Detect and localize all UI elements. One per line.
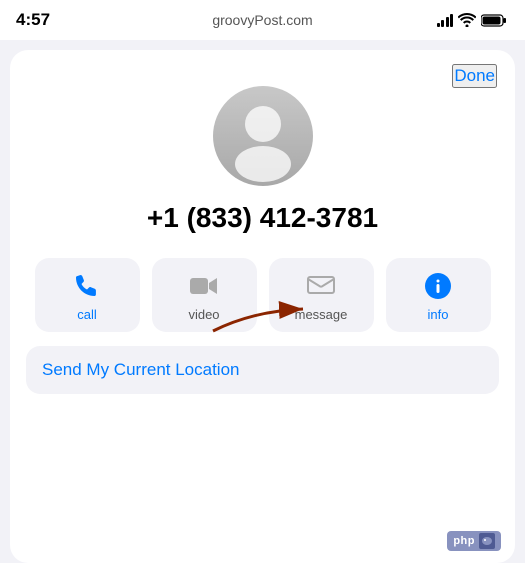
action-buttons-row: call video bbox=[26, 258, 499, 332]
message-button[interactable]: message bbox=[269, 258, 374, 332]
video-icon bbox=[188, 270, 220, 302]
video-button[interactable]: video bbox=[152, 258, 257, 332]
info-button[interactable]: info bbox=[386, 258, 491, 332]
info-label: info bbox=[428, 307, 449, 322]
wifi-icon bbox=[458, 13, 476, 27]
message-label: message bbox=[295, 307, 348, 322]
info-icon bbox=[422, 270, 454, 302]
phone-frame: 4:57 groovyPost.com bbox=[0, 0, 525, 563]
status-bar: 4:57 groovyPost.com bbox=[0, 0, 525, 40]
call-label: call bbox=[77, 307, 97, 322]
call-icon bbox=[71, 270, 103, 302]
php-badge: php bbox=[447, 531, 501, 551]
signal-bars-icon bbox=[437, 13, 454, 27]
php-elephant-icon bbox=[479, 533, 495, 549]
php-badge-text: php bbox=[453, 535, 475, 547]
message-icon bbox=[305, 270, 337, 302]
avatar bbox=[213, 86, 313, 186]
send-location-button[interactable]: Send My Current Location bbox=[26, 346, 499, 394]
person-silhouette-icon bbox=[213, 86, 313, 186]
done-button[interactable]: Done bbox=[452, 64, 497, 88]
status-time: 4:57 bbox=[16, 10, 50, 30]
video-label: video bbox=[188, 307, 219, 322]
battery-icon bbox=[481, 14, 507, 27]
call-button[interactable]: call bbox=[35, 258, 140, 332]
main-card: Done +1 (833) 412-3781 c bbox=[10, 50, 515, 563]
send-location-label: Send My Current Location bbox=[42, 360, 240, 379]
avatar-circle bbox=[213, 86, 313, 186]
status-icons bbox=[437, 13, 508, 27]
phone-number: +1 (833) 412-3781 bbox=[147, 202, 378, 234]
status-site: groovyPost.com bbox=[212, 12, 312, 28]
